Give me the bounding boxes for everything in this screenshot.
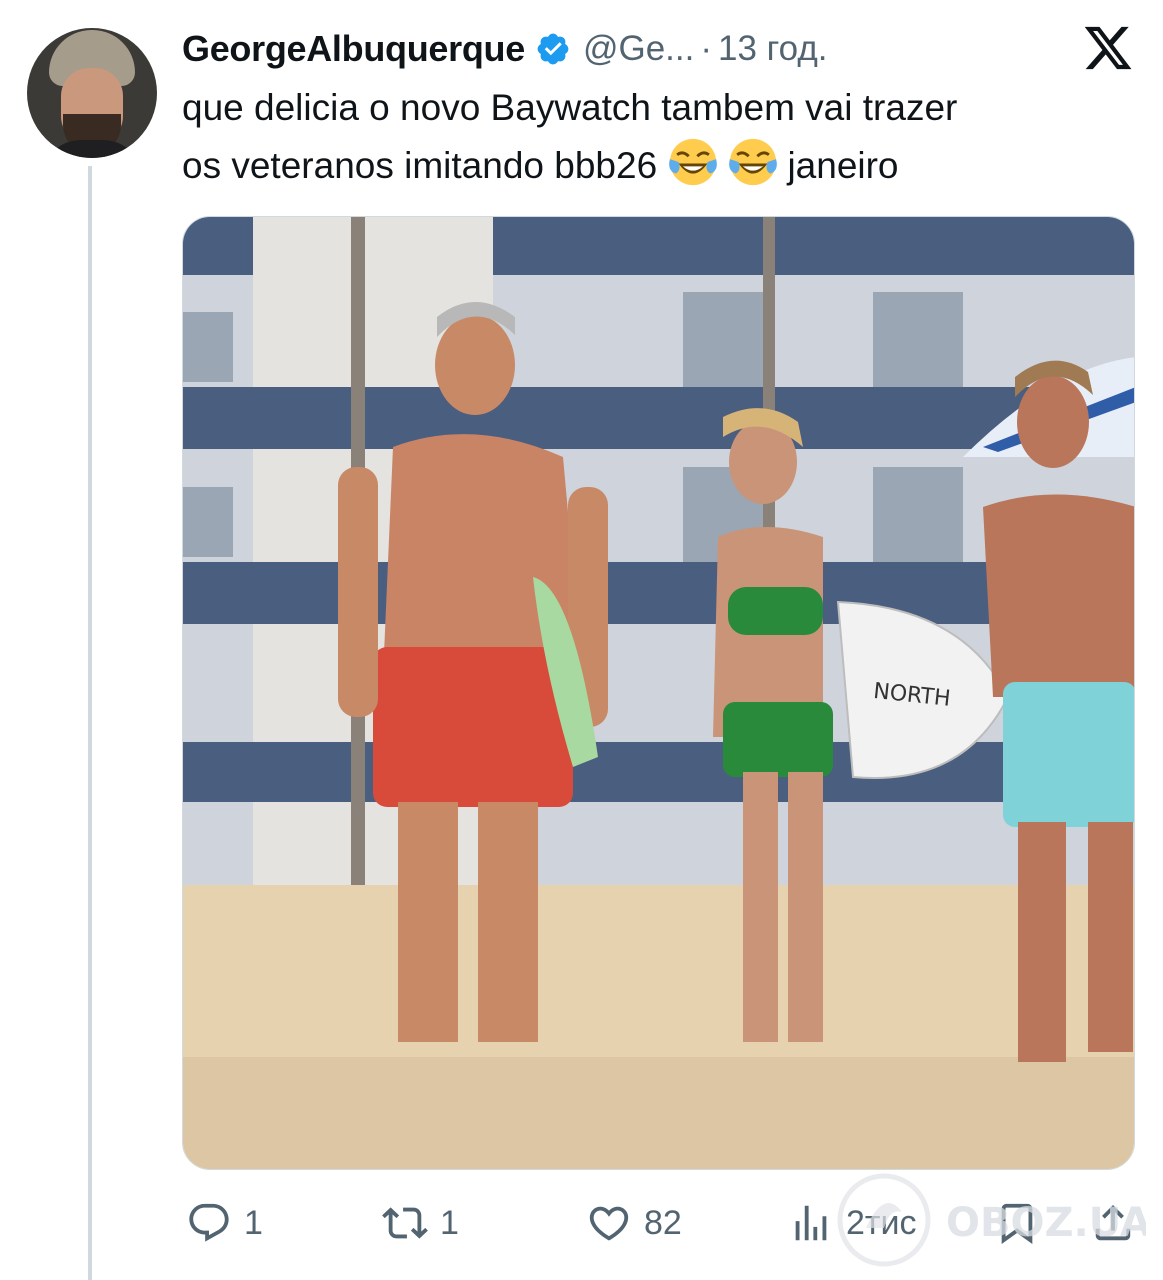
- reply-icon: [189, 1203, 229, 1242]
- reply-button[interactable]: 1: [186, 1190, 263, 1256]
- tweet-media-photo[interactable]: NORTH: [182, 216, 1135, 1170]
- balcony-band: [183, 742, 1134, 802]
- views-icon: [795, 1205, 827, 1241]
- tweet-timestamp[interactable]: 13 год.: [718, 29, 828, 69]
- like-button[interactable]: 82: [586, 1190, 682, 1256]
- green-bikini-bottom: [723, 702, 833, 777]
- repost-button[interactable]: 1: [382, 1190, 459, 1256]
- share-icon: [1095, 1204, 1131, 1241]
- floral-shorts: [373, 647, 573, 807]
- man-right: [1017, 376, 1089, 468]
- avatar[interactable]: [27, 28, 157, 158]
- green-bikini-top: [728, 587, 823, 635]
- author-handle[interactable]: @Ge...: [583, 29, 694, 69]
- x-logo-icon[interactable]: [1082, 22, 1134, 74]
- views-count: 2тис: [846, 1203, 917, 1242]
- share-button[interactable]: [1090, 1190, 1136, 1256]
- author-display-name[interactable]: GeorgeAlbuquerque: [182, 28, 525, 70]
- bookmark-button[interactable]: [994, 1190, 1040, 1256]
- beach-photo: NORTH: [183, 217, 1134, 1169]
- repost-icon: [382, 1207, 428, 1239]
- bookmark-icon: [1001, 1203, 1033, 1244]
- tweet-actions: 1 1 82 2тис: [182, 1190, 1142, 1256]
- tweet-text-line-2: os veteranos imitando bbb26 janeiro: [182, 136, 1142, 194]
- tweet-text: que delicia o novo Baywatch tambem vai t…: [182, 80, 1142, 194]
- tweet-text-line-1: que delicia o novo Baywatch tambem vai t…: [182, 87, 958, 128]
- man-left: [435, 315, 515, 415]
- repost-count: 1: [440, 1203, 459, 1242]
- views-button[interactable]: 2тис: [788, 1190, 916, 1256]
- verified-badge-icon: [537, 33, 569, 65]
- tweet-text-part: janeiro: [787, 145, 899, 186]
- thread-line: [88, 166, 92, 1280]
- tweet-text-part: os veteranos imitando bbb26: [182, 145, 658, 186]
- like-icon: [589, 1206, 629, 1241]
- tears-of-joy-emoji-icon: [669, 138, 718, 186]
- reply-count: 1: [244, 1203, 263, 1242]
- separator-dot: ·: [700, 29, 712, 68]
- tweet-header: GeorgeAlbuquerque @Ge... · 13 год.: [182, 24, 828, 74]
- turquoise-shorts: [1003, 682, 1134, 827]
- tears-of-joy-emoji-icon: [729, 138, 778, 186]
- like-count: 82: [644, 1203, 682, 1242]
